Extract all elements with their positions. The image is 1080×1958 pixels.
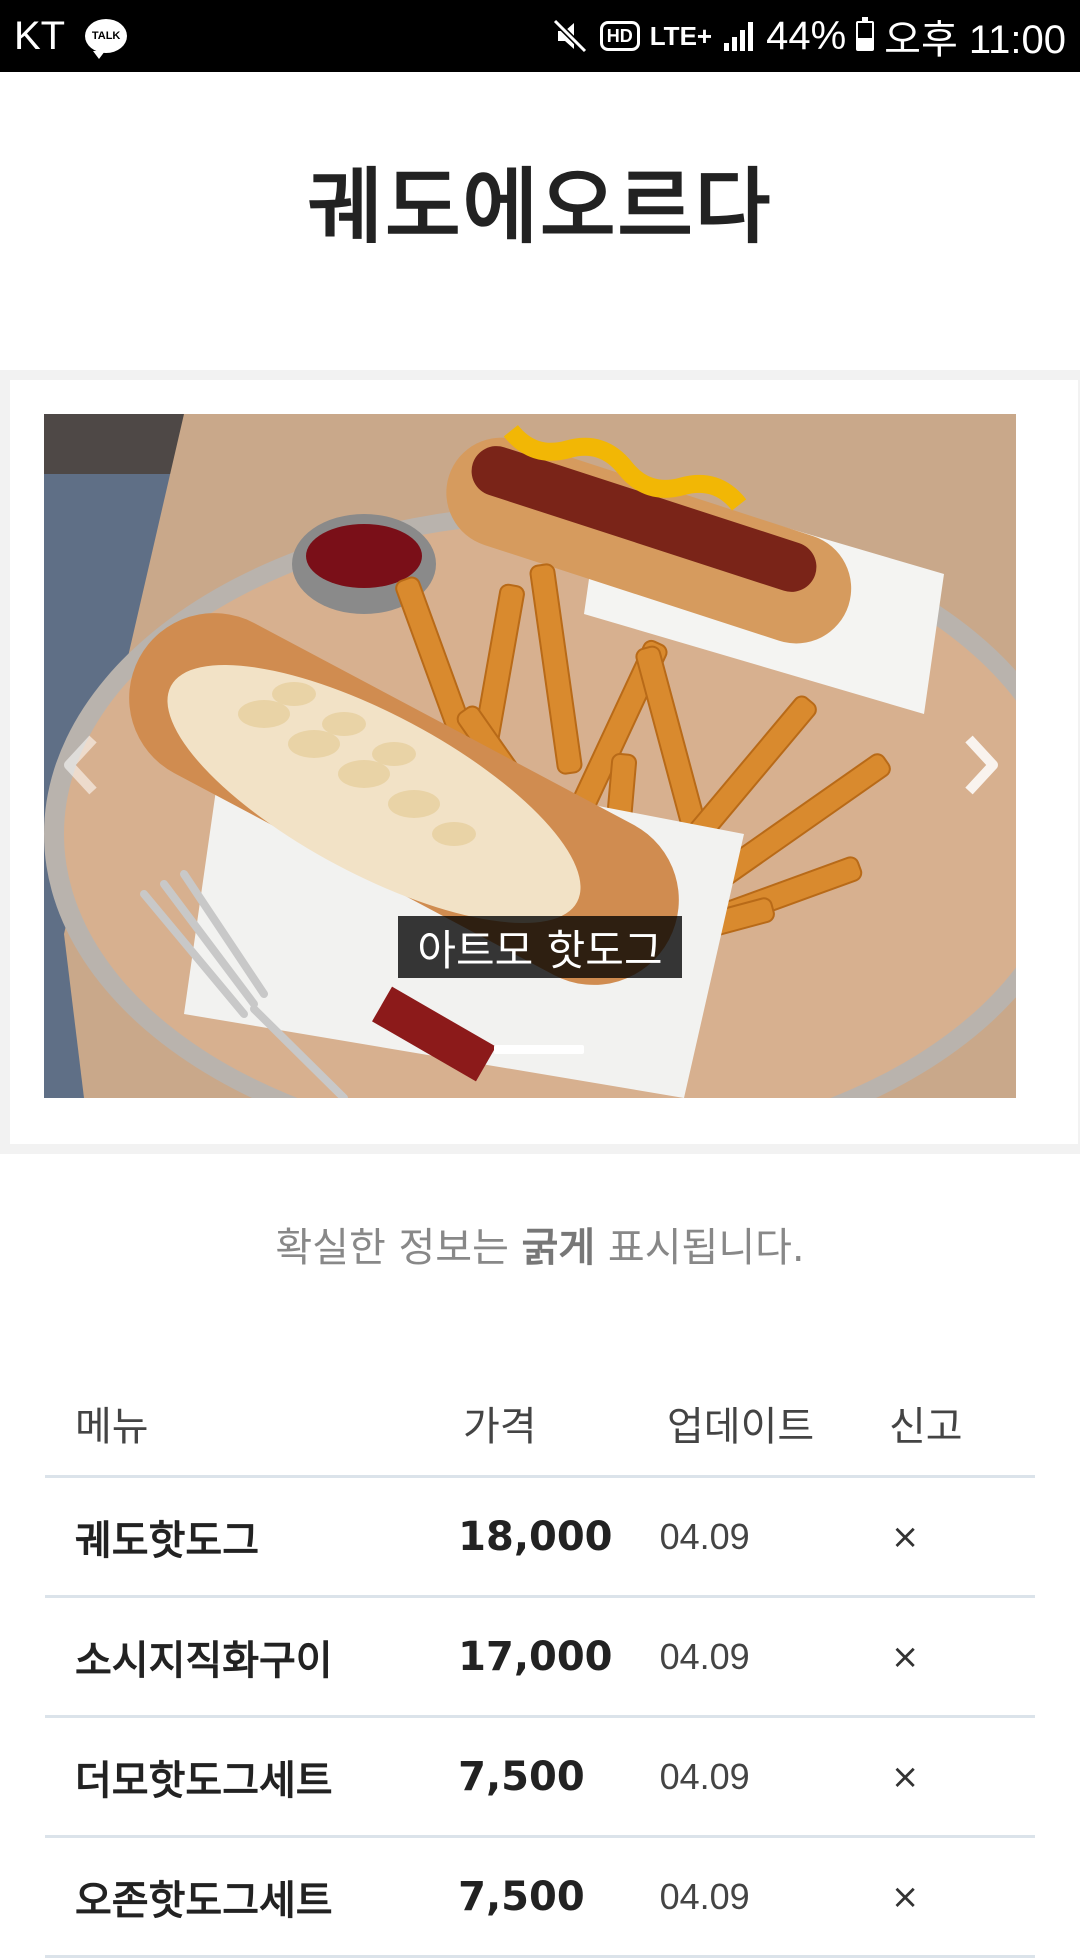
mute-icon — [550, 16, 590, 56]
menu-price: 7,500 — [458, 1753, 585, 1800]
carousel-slide-image[interactable] — [44, 414, 1016, 1098]
report-close-icon[interactable]: × — [879, 1877, 1035, 1917]
menu-name: 더모핫도그세트 — [75, 1757, 333, 1804]
signal-icon — [722, 19, 756, 53]
menu-price: 17,000 — [458, 1633, 613, 1680]
hd-voice-icon: HD — [599, 21, 640, 51]
report-close-icon[interactable]: × — [879, 1637, 1035, 1677]
header-menu: 메뉴 — [75, 1403, 149, 1450]
menu-update-date: 04.09 — [659, 1635, 750, 1677]
report-close-icon[interactable]: × — [879, 1757, 1035, 1797]
battery-icon — [856, 17, 875, 51]
carousel-prev-button[interactable] — [56, 730, 106, 800]
menu-update-date: 04.09 — [659, 1875, 750, 1917]
table-row: 궤도핫도그 18,000 04.09 × — [45, 1478, 1035, 1598]
table-row: 소시지직화구이 17,000 04.09 × — [45, 1598, 1035, 1718]
carousel-next-button[interactable] — [956, 730, 1006, 800]
kakaotalk-icon: TALK — [85, 19, 128, 59]
notice-suffix: 표시됩니다. — [595, 1225, 805, 1271]
table-row: 더모핫도그세트 7,500 04.09 × — [45, 1718, 1035, 1838]
header-report: 신고 — [889, 1403, 963, 1450]
clock: 오후 11:00 — [884, 18, 1066, 62]
menu-price: 18,000 — [458, 1513, 613, 1560]
header-price: 가격 — [463, 1403, 537, 1450]
chevron-right-icon — [965, 735, 998, 795]
menu-update-date: 04.09 — [659, 1755, 750, 1797]
carousel-caption: 아트모 핫도그 — [398, 916, 682, 978]
report-close-icon[interactable]: × — [879, 1517, 1035, 1557]
menu-name: 소시지직화구이 — [75, 1637, 333, 1684]
carrier-label: KT — [14, 13, 66, 58]
menu-table: 메뉴 가격 업데이트 신고 궤도핫도그 18,000 04.09 × 소시지직화… — [45, 1370, 1035, 1958]
battery-percent: 44% — [766, 13, 847, 58]
page-title: 궤도에오르다 — [307, 160, 773, 255]
notice-text: 확실한 정보는 굵게 표시됩니다. — [0, 1215, 1080, 1273]
menu-price: 7,500 — [458, 1873, 585, 1920]
notice-prefix: 확실한 정보는 — [275, 1225, 522, 1271]
table-row: 오존핫도그세트 7,500 04.09 × — [45, 1838, 1035, 1958]
carousel-indicator[interactable] — [494, 1045, 584, 1054]
table-header: 메뉴 가격 업데이트 신고 — [45, 1370, 1035, 1478]
menu-update-date: 04.09 — [659, 1515, 750, 1557]
chevron-left-icon — [64, 735, 97, 795]
menu-name: 오존핫도그세트 — [75, 1877, 333, 1924]
status-bar: KT TALK HD LTE+ 44% 오후 11:00 — [0, 0, 1080, 72]
lte-icon: LTE+ — [649, 21, 713, 51]
header-update: 업데이트 — [667, 1403, 815, 1450]
notice-bold: 굵게 — [521, 1225, 596, 1271]
menu-name: 궤도핫도그 — [75, 1517, 259, 1564]
